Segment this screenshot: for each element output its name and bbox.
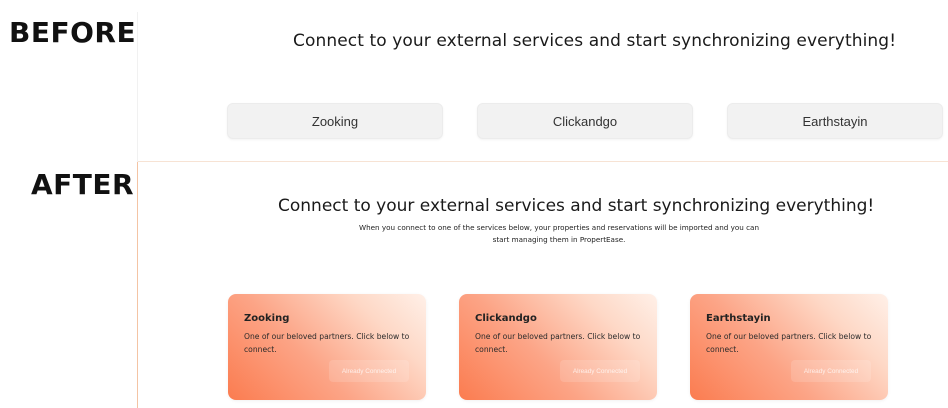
earthstayin-button[interactable]: Earthstayin — [727, 103, 943, 139]
card-description: One of our beloved partners. Click below… — [475, 332, 641, 354]
service-card-clickandgo: Clickandgo One of our beloved partners. … — [459, 294, 657, 400]
already-connected-button[interactable]: Already Connected — [791, 360, 871, 382]
subtext-line-2: start managing them in PropertEase. — [492, 235, 626, 244]
section-divider — [138, 161, 948, 162]
before-label: BEFORE — [9, 16, 137, 49]
divider-after — [137, 162, 138, 408]
divider-before — [137, 12, 138, 162]
service-card-earthstayin: Earthstayin One of our beloved partners.… — [690, 294, 888, 400]
subtext-line-1: When you connect to one of the services … — [358, 223, 760, 232]
already-connected-button[interactable]: Already Connected — [560, 360, 640, 382]
after-subtext: When you connect to one of the services … — [350, 222, 768, 246]
service-card-zooking: Zooking One of our beloved partners. Cli… — [228, 294, 426, 400]
before-headline: Connect to your external services and st… — [293, 31, 897, 51]
after-label: AFTER — [31, 168, 135, 201]
card-title: Zooking — [244, 313, 290, 324]
card-description: One of our beloved partners. Click below… — [706, 332, 872, 354]
after-headline: Connect to your external services and st… — [278, 196, 875, 216]
card-title: Earthstayin — [706, 313, 771, 324]
zooking-button[interactable]: Zooking — [227, 103, 443, 139]
card-title: Clickandgo — [475, 313, 537, 324]
card-description: One of our beloved partners. Click below… — [244, 332, 410, 354]
already-connected-button[interactable]: Already Connected — [329, 360, 409, 382]
clickandgo-button[interactable]: Clickandgo — [477, 103, 693, 139]
